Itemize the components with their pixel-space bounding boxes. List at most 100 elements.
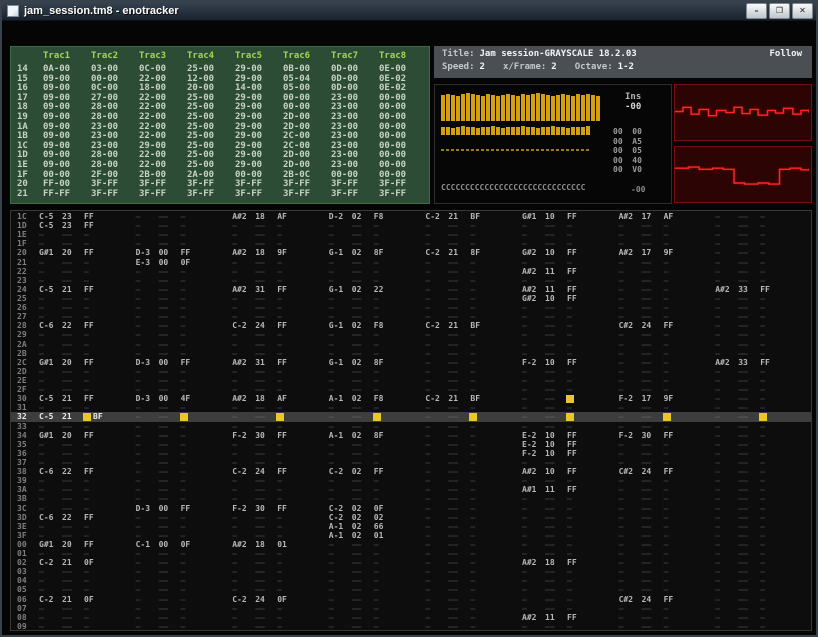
pattern-cell[interactable]: ———— (232, 458, 326, 467)
pattern-cell[interactable]: ———— (232, 604, 326, 613)
pattern-cell[interactable]: C-1000F (136, 540, 230, 549)
pattern-cell[interactable]: ———— (136, 558, 230, 567)
pattern-cell[interactable]: ———— (425, 440, 519, 449)
pattern-cell[interactable]: ———— (715, 622, 809, 631)
pattern-cell[interactable]: A#218AF (232, 212, 326, 221)
order-cell[interactable]: 23-00 (91, 141, 139, 151)
pattern-cell[interactable]: ———— (619, 540, 713, 549)
pattern-cell[interactable]: G-1028F (329, 248, 423, 257)
pattern-cell[interactable]: ———— (232, 622, 326, 631)
envelope-bar[interactable] (591, 95, 595, 121)
envelope-bar[interactable] (511, 127, 515, 135)
pattern-cell[interactable]: ———— (232, 376, 326, 385)
pattern-cell[interactable]: ———— (522, 513, 616, 522)
pattern-cell[interactable]: ———— (522, 476, 616, 485)
pattern-cell[interactable]: ———— (619, 576, 713, 585)
envelope-bar[interactable] (486, 127, 490, 135)
pattern-cell[interactable]: ———— (619, 367, 713, 376)
pattern-cell[interactable]: ———— (715, 321, 809, 330)
pattern-cell[interactable]: ———— (619, 330, 713, 339)
pattern-cell[interactable]: A#217AF (619, 212, 713, 221)
order-cell[interactable]: 0D-00 (331, 64, 379, 74)
envelope-bar[interactable] (446, 127, 450, 135)
pattern-cell[interactable]: ———— (425, 467, 519, 476)
order-cell[interactable]: 3F-FF (283, 179, 331, 189)
pattern-cell[interactable]: ———— (715, 485, 809, 494)
pattern-cell[interactable]: ———— (136, 458, 230, 467)
pattern-cell[interactable]: ———— (232, 485, 326, 494)
pattern-cell[interactable]: ———— (136, 221, 230, 230)
envelope-bar[interactable] (551, 126, 555, 135)
pattern-cell[interactable]: A#233FF (715, 285, 809, 294)
pattern-cell[interactable]: ———— (522, 303, 616, 312)
pattern-cell[interactable]: ———— (425, 376, 519, 385)
pattern-row[interactable]: 20G#120FFD-300FFA#2189FG-1028FC-2218FG#2… (11, 248, 811, 257)
envelope-bar[interactable] (531, 127, 535, 135)
pattern-cell[interactable]: ———— (39, 494, 133, 503)
pattern-row[interactable]: 05———————————————————————————————— (11, 585, 811, 594)
envelope-bar[interactable] (576, 127, 580, 135)
pattern-row[interactable]: 1E———————————————————————————————— (11, 230, 811, 239)
pattern-cell[interactable]: ———— (39, 385, 133, 394)
order-cell[interactable]: 3F-FF (187, 179, 235, 189)
pattern-cell[interactable]: ———— (39, 613, 133, 622)
pattern-cell[interactable]: ———— (715, 513, 809, 522)
pattern-cell[interactable]: C-2210F (39, 558, 133, 567)
order-cell[interactable]: 3F-FF (283, 189, 331, 199)
pattern-cell[interactable]: ———— (619, 622, 713, 631)
pattern-cell[interactable]: ———— (715, 449, 809, 458)
envelope-bar[interactable] (501, 95, 505, 121)
pattern-cell[interactable]: ———— (619, 258, 713, 267)
pattern-cell[interactable]: ———— (522, 522, 616, 531)
pattern-cell[interactable]: ———— (619, 567, 713, 576)
pattern-cell[interactable]: ———— (425, 358, 519, 367)
order-row[interactable]: 1B09-0023-0022-0025-0029-002C-0023-0000-… (17, 131, 429, 141)
pattern-cell[interactable]: A#218FF (522, 558, 616, 567)
pattern-cell[interactable]: ———— (619, 549, 713, 558)
envelope-bar[interactable] (561, 127, 565, 135)
order-cell[interactable]: 00-00 (379, 141, 427, 151)
pattern-cell[interactable]: F-2179F (619, 394, 713, 403)
pattern-cell[interactable]: G#120FF (39, 248, 133, 257)
pattern-cell[interactable]: ———— (522, 330, 616, 339)
pattern-cell[interactable]: ———— (522, 349, 616, 358)
pattern-row[interactable]: 00G#120FFC-1000FA#21801—————————————————… (11, 540, 811, 549)
pattern-cell[interactable]: ———— (522, 531, 616, 540)
pattern-cell[interactable]: C-20202 (329, 513, 423, 522)
pattern-cell[interactable]: ———— (619, 558, 713, 567)
pattern-cell[interactable]: ———— (522, 385, 616, 394)
pattern-cell[interactable]: ———— (425, 221, 519, 230)
pattern-row[interactable]: 21————E-3000F———————————————————————— (11, 258, 811, 267)
pattern-cell[interactable]: ———— (329, 494, 423, 503)
order-cell[interactable]: 3F-FF (331, 189, 379, 199)
order-cell[interactable]: 23-00 (331, 112, 379, 122)
pattern-cell[interactable]: ———— (136, 239, 230, 248)
order-cell[interactable]: 25-00 (187, 122, 235, 132)
pattern-cell[interactable]: A#211FF (522, 267, 616, 276)
pattern-cell[interactable]: ———— (619, 458, 713, 467)
envelope-bar[interactable] (586, 126, 590, 135)
pattern-cell[interactable]: ———— (136, 267, 230, 276)
pattern-cell[interactable]: ———— (425, 303, 519, 312)
envelope-bar[interactable] (526, 127, 530, 135)
order-cell[interactable]: 00-00 (379, 150, 427, 160)
pattern-cell[interactable]: ———— (329, 476, 423, 485)
order-cell[interactable]: 29-00 (235, 141, 283, 151)
pattern-cell[interactable]: ———— (329, 267, 423, 276)
pattern-cell[interactable]: ———— (715, 376, 809, 385)
order-row[interactable]: 1E09-0028-0022-0025-0029-002D-0023-0000-… (17, 160, 429, 170)
pattern-cell[interactable]: ———— (39, 522, 133, 531)
order-cell[interactable]: 23-00 (331, 93, 379, 103)
order-cell[interactable]: 29-00 (235, 74, 283, 84)
pattern-row[interactable]: 3B———————————————————————————————— (11, 494, 811, 503)
order-cell[interactable]: 29-00 (235, 102, 283, 112)
pattern-row[interactable]: 07———————————————————————————————— (11, 604, 811, 613)
pattern-row[interactable]: 34G#120FF————F-230FFA-1028F————E-210FFF-… (11, 431, 811, 440)
pattern-cell[interactable]: ———— (619, 312, 713, 321)
order-cell[interactable]: 25-00 (187, 141, 235, 151)
pattern-cell[interactable]: ———— (232, 303, 326, 312)
pattern-row[interactable]: 36————————————————————F-210FF———————— (11, 449, 811, 458)
pattern-cell[interactable]: ———— (136, 276, 230, 285)
pattern-cell[interactable]: ———— (522, 567, 616, 576)
pattern-cell[interactable]: ———— (715, 230, 809, 239)
